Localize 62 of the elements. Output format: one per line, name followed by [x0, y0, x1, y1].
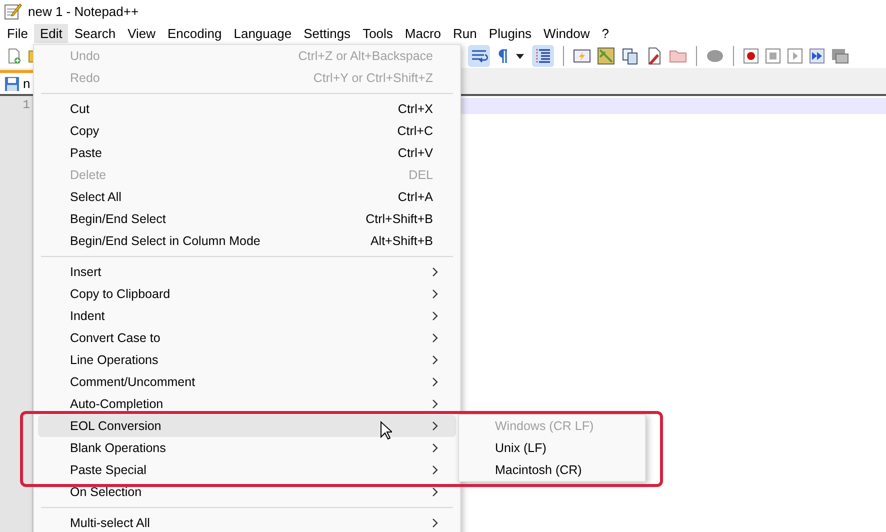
- menu-entry[interactable]: Select All Ctrl+A: [38, 186, 456, 208]
- chevron-right-icon: [432, 421, 438, 431]
- record-icon[interactable]: [743, 48, 759, 64]
- line-number: 1: [22, 98, 30, 112]
- fast-forward-icon[interactable]: [809, 48, 825, 64]
- chevron-right-icon: [432, 443, 438, 453]
- save-icon: [4, 76, 20, 92]
- new-file-icon[interactable]: [6, 48, 22, 64]
- chevron-right-icon: [432, 399, 438, 409]
- menu-item[interactable]: Plugins: [482, 24, 538, 42]
- play-icon[interactable]: [787, 48, 803, 64]
- menu-entry[interactable]: Unix (LF): [463, 437, 641, 459]
- menu-entry[interactable]: Convert Case to: [38, 327, 456, 349]
- menu-item[interactable]: Window: [538, 24, 596, 42]
- menu-entry[interactable]: Copy Ctrl+C: [38, 120, 456, 142]
- menu-entry[interactable]: Comment/Uncomment: [38, 371, 456, 393]
- chevron-right-icon: [432, 289, 438, 299]
- menu-item[interactable]: ?: [596, 24, 616, 42]
- chevron-right-icon: [432, 487, 438, 497]
- tab-label: n: [23, 76, 30, 91]
- menu-entry[interactable]: Paste Special: [38, 459, 456, 481]
- menu-entry[interactable]: Line Operations: [38, 349, 456, 371]
- menu-item[interactable]: View: [122, 24, 162, 42]
- menu-entry[interactable]: Blank Operations: [38, 437, 456, 459]
- mouse-pointer-icon: [380, 421, 392, 440]
- window-title: new 1 - Notepad++: [28, 4, 139, 18]
- menu-item[interactable]: Encoding: [162, 24, 228, 42]
- menu-entry[interactable]: Multi-select All: [38, 512, 456, 532]
- chevron-right-icon: [432, 267, 438, 277]
- chevron-right-icon: [432, 355, 438, 365]
- chevron-right-icon: [432, 333, 438, 343]
- menu-item[interactable]: Search: [68, 24, 122, 42]
- chevron-right-icon: [432, 311, 438, 321]
- stop-icon[interactable]: [765, 48, 781, 64]
- menu-entry[interactable]: Auto-Completion: [38, 393, 456, 415]
- menu-entry[interactable]: Macintosh (CR): [463, 459, 641, 481]
- menu-item[interactable]: File: [1, 24, 34, 42]
- indent-guide-icon[interactable]: [532, 45, 554, 67]
- menu-item[interactable]: Tools: [356, 24, 399, 42]
- pilcrow-icon[interactable]: [496, 47, 508, 65]
- menu-entry[interactable]: EOL Conversion: [38, 415, 456, 437]
- menu-entry[interactable]: Begin/End Select Ctrl+Shift+B: [38, 208, 456, 230]
- caret-icon[interactable]: [516, 54, 524, 58]
- word-wrap-icon[interactable]: [468, 45, 490, 67]
- menu-item[interactable]: Run: [447, 24, 483, 42]
- menu-entry[interactable]: Copy to Clipboard: [38, 283, 456, 305]
- chevron-right-icon: [432, 377, 438, 387]
- menu-entry[interactable]: Insert: [38, 261, 456, 283]
- menu-entry[interactable]: On Selection: [38, 481, 456, 503]
- chevron-right-icon: [432, 518, 438, 528]
- documents-icon[interactable]: [621, 47, 639, 65]
- menu-entry[interactable]: Begin/End Select in Column Mode Alt+Shift+B: [38, 230, 456, 252]
- menu-entry[interactable]: Paste Ctrl+V: [38, 142, 456, 164]
- menu-entry[interactable]: Cut Ctrl+X: [38, 98, 456, 120]
- menu-entry[interactable]: Indent: [38, 305, 456, 327]
- menu-item[interactable]: Macro: [398, 24, 448, 42]
- menu-item[interactable]: Settings: [298, 24, 357, 42]
- lightning-window-icon[interactable]: [573, 47, 591, 65]
- map-icon[interactable]: [597, 47, 615, 65]
- chevron-right-icon: [432, 465, 438, 475]
- menu-item[interactable]: Language: [228, 24, 298, 42]
- menu-item[interactable]: Edit: [34, 24, 68, 42]
